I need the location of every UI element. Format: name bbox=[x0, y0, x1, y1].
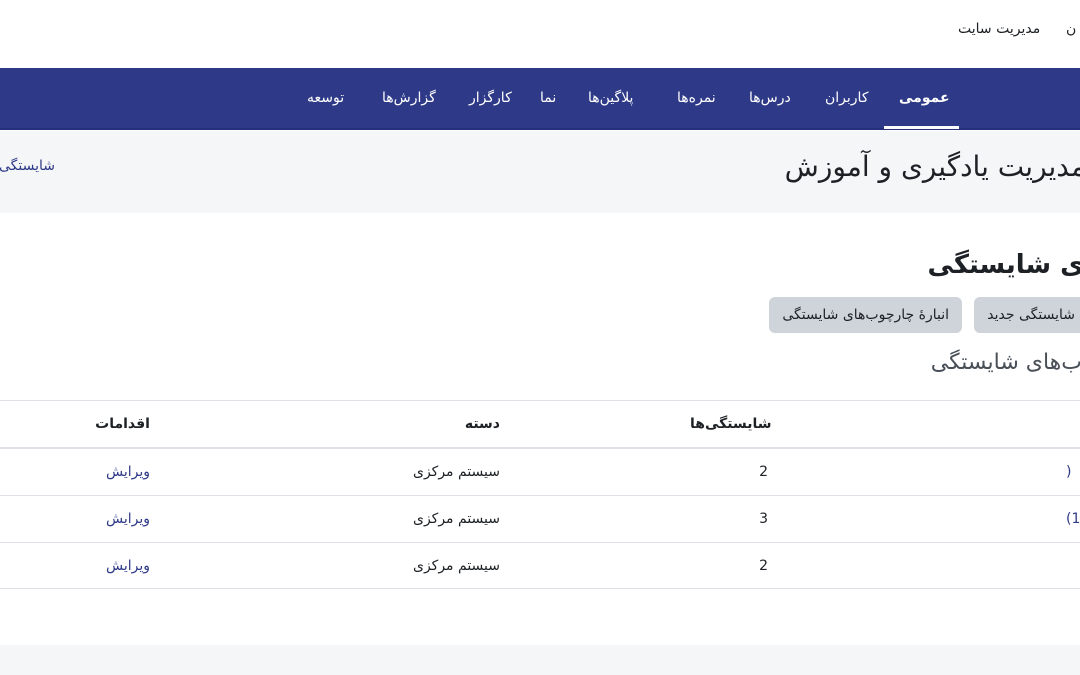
nav-tab-development[interactable]: توسعه bbox=[307, 68, 344, 130]
edit-link[interactable]: ویرایش bbox=[90, 496, 150, 543]
top-bar: مدیریت سایت ن bbox=[0, 0, 1080, 68]
nav-tab-general[interactable]: عمومی bbox=[899, 68, 950, 130]
framework-name-link[interactable]: ) bbox=[1066, 449, 1080, 496]
edit-link[interactable]: ویرایش bbox=[90, 543, 150, 590]
site-admin-link[interactable]: مدیریت سایت bbox=[958, 21, 1040, 37]
framework-name-link[interactable] bbox=[1066, 543, 1080, 590]
column-header-category: دسته bbox=[464, 416, 500, 432]
competency-count: 2 bbox=[759, 558, 768, 574]
nav-tab-grades[interactable]: نمره‌ها bbox=[677, 68, 716, 130]
browse-frameworks-repository-button[interactable]: انبارهٔ چارچوب‌های شایستگی bbox=[769, 297, 962, 333]
column-header-competencies: شایستگی‌ها bbox=[690, 416, 772, 432]
table-row: ) 2 سیستم مرکزی ویرایش bbox=[0, 448, 1080, 495]
category-cell: سیستم مرکزی bbox=[412, 511, 500, 527]
add-competency-framework-button[interactable]: شایستگی جدید bbox=[974, 297, 1080, 333]
category-cell: سیستم مرکزی bbox=[412, 558, 500, 574]
nav-tab-server[interactable]: کارگزار bbox=[469, 68, 512, 130]
competency-count: 3 bbox=[759, 511, 768, 527]
nav-tab-plugins[interactable]: پلاگین‌ها bbox=[588, 68, 633, 130]
page-footer bbox=[0, 645, 1080, 675]
edit-link[interactable]: ویرایش bbox=[90, 449, 150, 496]
breadcrumb-competencies[interactable]: شایستگی bbox=[0, 158, 55, 174]
page-title: مدیریت یادگیری و آموزش bbox=[784, 150, 1080, 183]
nav-tab-appearance[interactable]: نما bbox=[540, 68, 556, 130]
frameworks-list-heading: ب‌های شایستگی bbox=[930, 350, 1080, 375]
nav-tab-reports[interactable]: گزارش‌ها bbox=[382, 68, 436, 130]
top-nav-partial-item[interactable]: ن bbox=[1066, 21, 1076, 37]
active-tab-indicator bbox=[884, 126, 959, 129]
column-header-actions: اقدامات bbox=[95, 416, 150, 432]
competency-count: 2 bbox=[759, 464, 768, 480]
primary-navigation: عمومی کاربران درس‌ها نمره‌ها پلاگین‌ها ن… bbox=[0, 68, 1080, 130]
table-row: (1 3 سیستم مرکزی ویرایش bbox=[0, 495, 1080, 542]
nav-tab-users[interactable]: کاربران bbox=[825, 68, 868, 130]
table-row: 2 سیستم مرکزی ویرایش bbox=[0, 542, 1080, 589]
table-header-row: شایستگی‌ها دسته اقدامات bbox=[0, 400, 1080, 448]
section-heading: ی شایستگی bbox=[927, 250, 1080, 280]
nav-tab-courses[interactable]: درس‌ها bbox=[749, 68, 791, 130]
framework-name-link[interactable]: (1 bbox=[1066, 496, 1080, 543]
category-cell: سیستم مرکزی bbox=[412, 464, 500, 480]
frameworks-table: شایستگی‌ها دسته اقدامات ) 2 سیستم مرکزی … bbox=[0, 400, 1080, 589]
